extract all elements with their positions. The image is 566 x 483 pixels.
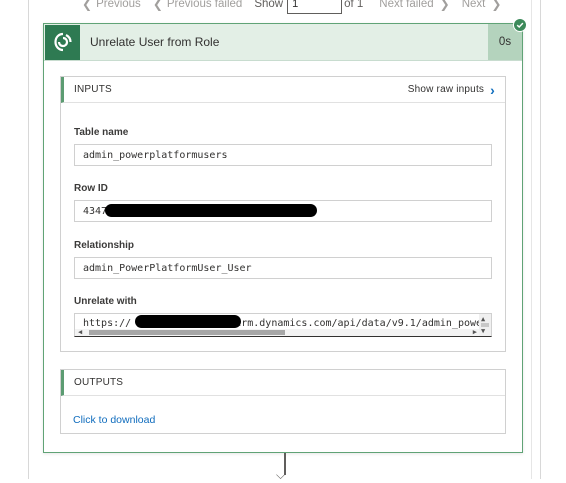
next-failed-button[interactable]: Next failed ❯ xyxy=(379,0,449,11)
container-border-right xyxy=(540,0,541,479)
redaction-mark xyxy=(135,315,241,328)
previous-failed-button[interactable]: ❮ Previous failed xyxy=(153,0,243,11)
next-button[interactable]: Next ❯ xyxy=(462,0,502,11)
show-label: Show xyxy=(254,0,284,10)
page-count: of 1 xyxy=(344,0,364,10)
inputs-header: INPUTS Show raw inputs › xyxy=(61,77,505,103)
chevron-right-icon: › xyxy=(490,81,495,98)
relationship-field[interactable]: admin_PowerPlatformUser_User xyxy=(74,257,492,279)
previous-button[interactable]: ❮ Previous xyxy=(82,0,141,11)
scrollbar-thumb[interactable] xyxy=(89,330,285,335)
container-border-left xyxy=(28,0,29,479)
inputs-panel: INPUTS Show raw inputs › Table name admi… xyxy=(60,76,506,352)
redaction-mark xyxy=(105,204,317,217)
check-icon xyxy=(513,18,527,32)
container-border-inner xyxy=(531,0,532,479)
click-to-download-link[interactable]: Click to download xyxy=(73,414,155,426)
horizontal-scrollbar[interactable]: ◀ ▶ xyxy=(75,328,479,336)
arrow-down-icon: ⌵ xyxy=(276,468,286,482)
action-title: Unrelate User from Role xyxy=(90,35,220,49)
chevron-right-icon: ❯ xyxy=(439,0,450,11)
action-card: Unrelate User from Role 0s INPUTS Show r… xyxy=(43,23,523,453)
row-id-label: Row ID xyxy=(74,183,108,194)
chevron-left-icon: ❮ xyxy=(82,0,93,11)
run-pager: ❮ Previous ❮ Previous failed Show of 1 N… xyxy=(82,0,513,14)
vertical-scrollbar[interactable]: ▲ ▼ xyxy=(479,314,491,336)
chevron-right-icon: ❯ xyxy=(491,0,502,11)
chevron-left-icon: ❮ xyxy=(152,0,163,11)
action-card-header[interactable]: Unrelate User from Role 0s xyxy=(44,24,522,61)
table-name-label: Table name xyxy=(74,127,129,138)
show-raw-inputs-link[interactable]: Show raw inputs › xyxy=(408,82,495,98)
page-number-input[interactable] xyxy=(287,0,343,14)
outputs-header: OUTPUTS xyxy=(61,370,505,396)
scroll-left-icon: ◀ xyxy=(78,328,83,336)
table-name-field[interactable]: admin_powerplatformusers xyxy=(74,144,492,166)
scroll-up-icon: ▲ xyxy=(481,315,486,323)
relationship-label: Relationship xyxy=(74,240,135,251)
dataverse-icon xyxy=(45,24,80,60)
unrelate-with-label: Unrelate with xyxy=(74,296,137,307)
outputs-heading: OUTPUTS xyxy=(74,377,124,388)
scroll-right-icon: ▶ xyxy=(472,328,477,336)
scroll-down-icon: ▼ xyxy=(481,327,486,335)
inputs-heading: INPUTS xyxy=(74,84,112,95)
